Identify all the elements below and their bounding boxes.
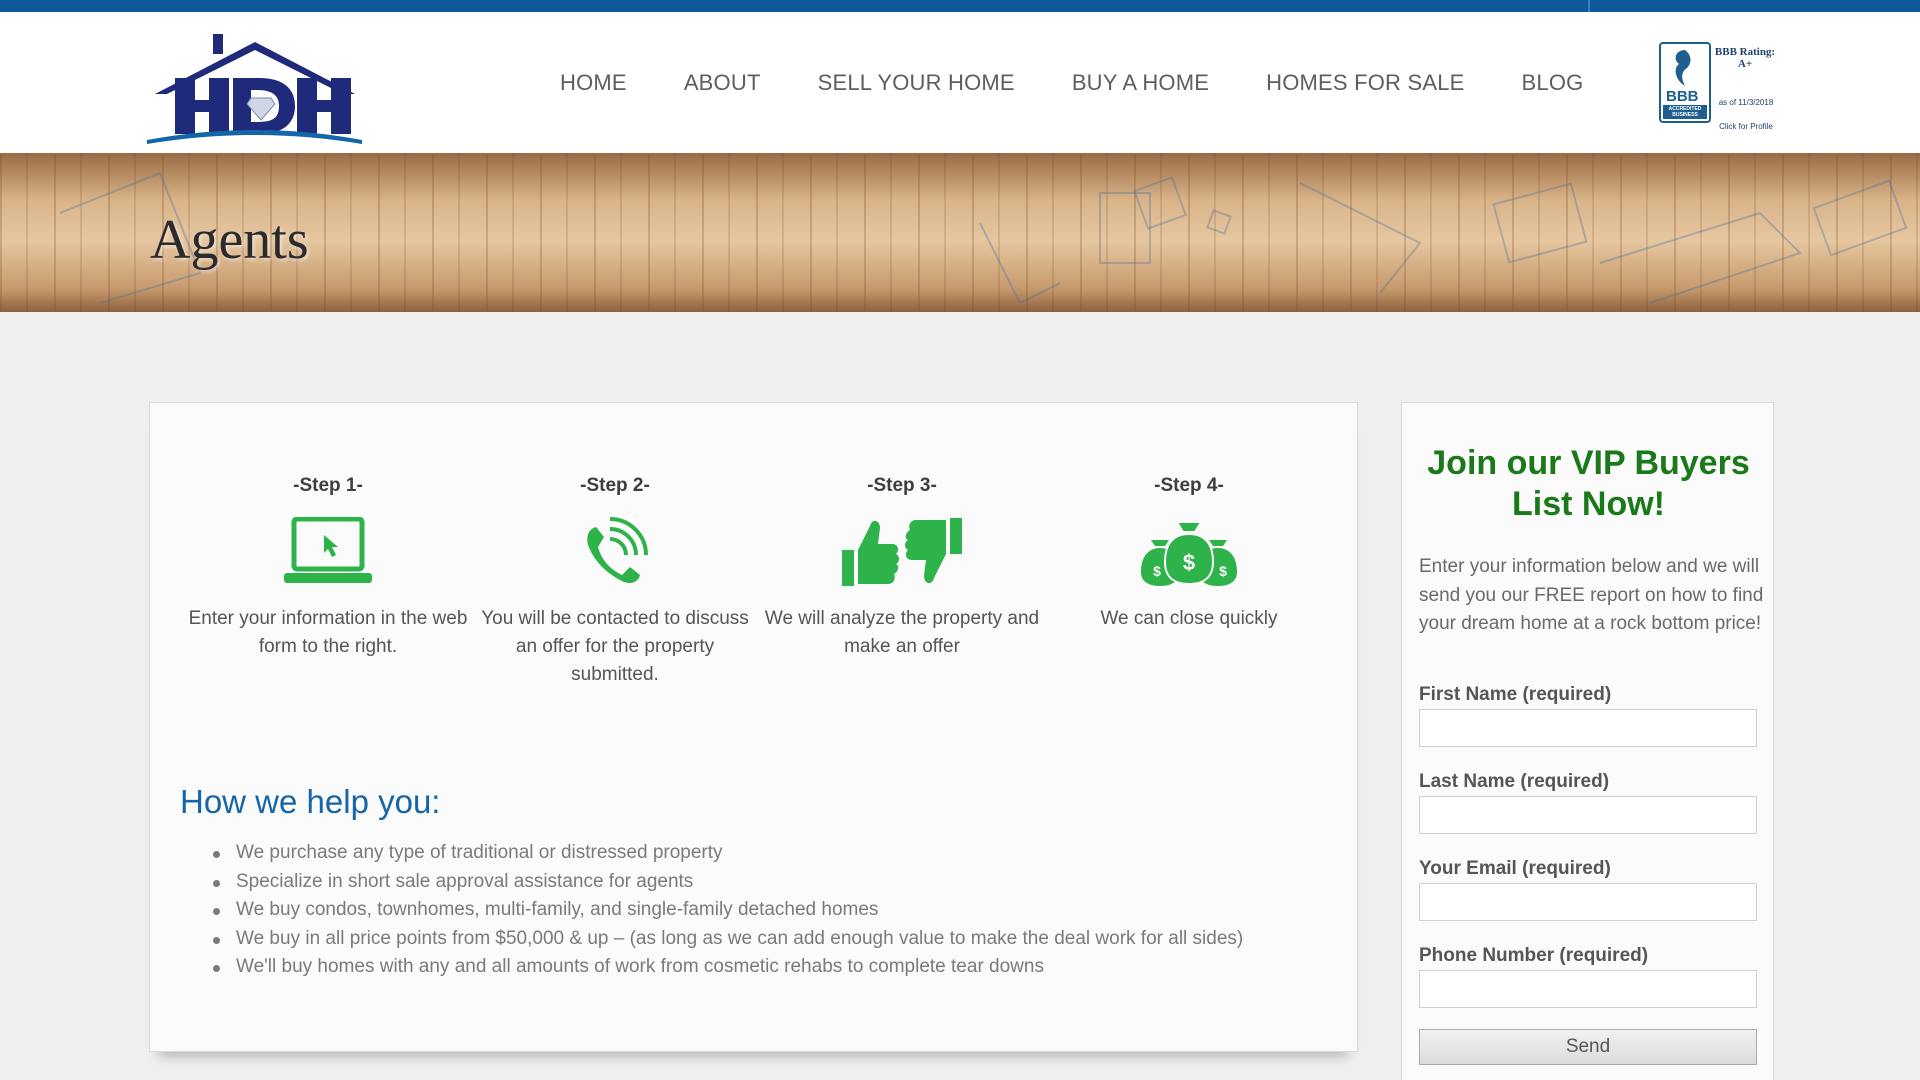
phone-field[interactable] [1419, 970, 1757, 1008]
step-2: -Step 2- You will be contacted to discus… [475, 475, 755, 689]
step-title: -Step 3- [867, 475, 937, 496]
step-title: -Step 2- [580, 475, 650, 496]
bbb-accredited-text: ACCREDITED BUSINESS [1668, 106, 1702, 118]
thumbs-up-down-icon [762, 513, 1042, 591]
bbb-seal-text: BBB [1666, 88, 1699, 105]
vip-signup-form: Join our VIP Buyers List Now! Enter your… [1401, 402, 1774, 1080]
last-name-field[interactable] [1419, 796, 1757, 834]
step-description: We will analyze the property and make an… [764, 608, 1040, 657]
hdh-logo[interactable] [147, 28, 362, 146]
bbb-seal-icon: BBB ACCREDITED BUSINESS [1659, 42, 1711, 123]
email-label: Your Email (required) [1419, 858, 1611, 879]
svg-text:$: $ [1219, 563, 1227, 579]
first-name-field[interactable] [1419, 709, 1757, 747]
page-banner: Agents [0, 153, 1920, 312]
help-list-item: We'll buy homes with any and all amounts… [213, 953, 1316, 982]
step-3: -Step 3- We will analyze the property an… [762, 475, 1042, 661]
help-list-item: Specialize in short sale approval assist… [213, 868, 1316, 897]
step-title: -Step 1- [293, 475, 363, 496]
signup-title: Join our VIP Buyers List Now! [1427, 444, 1750, 523]
nav-buy-a-home[interactable]: BUY A HOME [1072, 70, 1209, 96]
step-1: -Step 1- Enter your information in the w… [188, 475, 468, 661]
step-description: We can close quickly [1100, 608, 1278, 629]
help-list-item: We buy condos, townhomes, multi-family, … [213, 896, 1316, 925]
nav-homes-for-sale[interactable]: HOMES FOR SALE [1266, 70, 1464, 96]
first-name-label: First Name (required) [1419, 684, 1612, 705]
step-4: -Step 4- $ $ $ We can close quickly [1049, 475, 1329, 633]
bbb-rating-text: BBB Rating: A+ [1714, 46, 1776, 70]
help-list: We purchase any type of traditional or d… [213, 839, 1316, 982]
steps-card: -Step 1- Enter your information in the w… [149, 402, 1358, 1052]
step-title: -Step 4- [1154, 475, 1224, 496]
nav-blog[interactable]: BLOG [1522, 70, 1584, 96]
svg-text:$: $ [1183, 550, 1195, 575]
top-accent-bar [0, 0, 1920, 12]
bbb-badge[interactable]: BBB ACCREDITED BUSINESS BBB Rating: A+ a… [1659, 42, 1779, 137]
nav-sell-your-home[interactable]: SELL YOUR HOME [818, 70, 1015, 96]
bbb-rating-date: as of 11/3/2018 [1718, 98, 1774, 107]
laptop-cursor-icon [188, 513, 468, 591]
bbb-click-profile: Click for Profile [1719, 122, 1773, 131]
page-title: Agents [150, 209, 309, 271]
main-nav: HOME ABOUT SELL YOUR HOME BUY A HOME HOM… [560, 12, 1583, 153]
nav-home[interactable]: HOME [560, 70, 627, 96]
step-description: You will be contacted to discuss an offe… [481, 608, 749, 685]
site-header: HOME ABOUT SELL YOUR HOME BUY A HOME HOM… [0, 12, 1920, 153]
send-button[interactable]: Send [1419, 1029, 1757, 1065]
nav-about[interactable]: ABOUT [684, 70, 761, 96]
svg-text:$: $ [1153, 563, 1161, 579]
step-description: Enter your information in the web form t… [188, 608, 468, 657]
phone-label: Phone Number (required) [1419, 945, 1649, 966]
signup-intro: Enter your information below and we will… [1419, 556, 1764, 634]
last-name-label: Last Name (required) [1419, 771, 1610, 792]
help-list-item: We buy in all price points from $50,000 … [213, 925, 1316, 954]
money-bags-icon: $ $ $ [1049, 513, 1329, 591]
top-bar-divider [1588, 0, 1590, 12]
email-field[interactable] [1419, 883, 1757, 921]
phone-call-icon [475, 513, 755, 591]
help-list-item: We purchase any type of traditional or d… [213, 839, 1316, 868]
help-heading: How we help you: [180, 783, 441, 820]
